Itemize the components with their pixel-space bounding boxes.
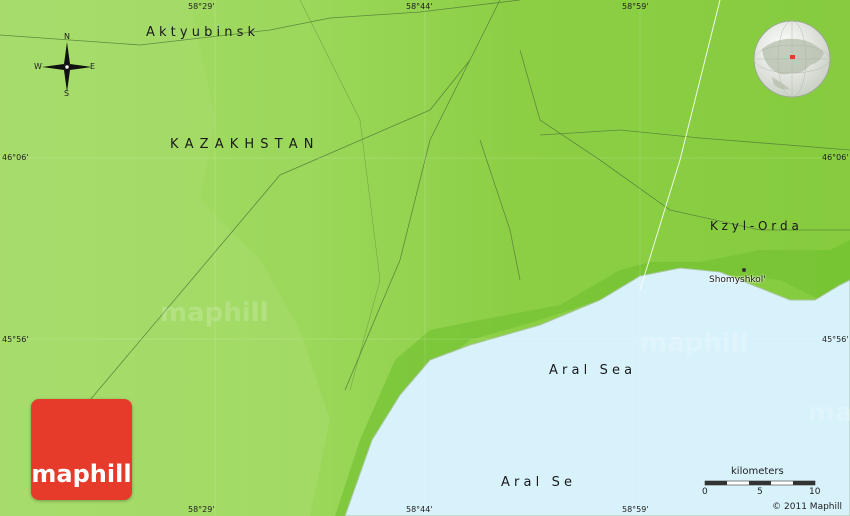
watermark: maphill: [808, 398, 850, 428]
latitude-label: 45°56': [822, 335, 849, 344]
scale-tick: 0: [702, 487, 708, 497]
scale-tick: 10: [809, 487, 821, 497]
shomyshkol-dot: [742, 268, 746, 272]
compass-east: E: [90, 62, 96, 71]
place-label-aktyubinsk[interactable]: A k t y u b i n s k: [146, 25, 255, 40]
longitude-label: 58°29': [188, 505, 215, 514]
latitude-label: 45°56': [2, 335, 29, 344]
place-label-shomyshkol[interactable]: Shomyshkol': [709, 275, 766, 285]
place-label-aral-sea-2[interactable]: A r a l S e: [501, 475, 572, 490]
map-view[interactable]: maphill maphill maphill 58°29' 58°44' 58…: [0, 0, 850, 516]
watermark: maphill: [160, 298, 269, 328]
compass-rose: N S E W: [34, 32, 100, 100]
longitude-label: 58°59': [622, 2, 649, 11]
longitude-label: 58°59': [622, 505, 649, 514]
longitude-label: 58°44': [406, 2, 433, 11]
compass-west: W: [34, 62, 42, 71]
place-label-kzyl-orda[interactable]: K z y l - O r d a: [710, 219, 799, 233]
watermark: maphill: [640, 328, 749, 358]
globe-icon: [753, 20, 831, 98]
longitude-label: 58°29': [188, 2, 215, 11]
copyright-text: © 2011 Maphill: [772, 502, 842, 512]
scale-tick: 5: [757, 487, 763, 497]
place-label-aral-sea[interactable]: A r a l S e a: [549, 363, 632, 378]
latitude-label: 46°06': [2, 153, 29, 162]
latitude-label: 46°06': [822, 153, 849, 162]
longitude-label: 58°44': [406, 505, 433, 514]
logo-text: maphill: [31, 460, 132, 488]
maphill-logo[interactable]: maphill: [31, 399, 132, 500]
compass-north: N: [64, 32, 70, 41]
compass-south: S: [64, 89, 70, 98]
place-label-kazakhstan[interactable]: K A Z A K H S T A N: [170, 137, 315, 152]
scale-title: kilometers: [731, 466, 784, 477]
scale-bar: [704, 480, 816, 486]
location-marker: [790, 55, 795, 59]
locator-globe: [752, 19, 832, 99]
